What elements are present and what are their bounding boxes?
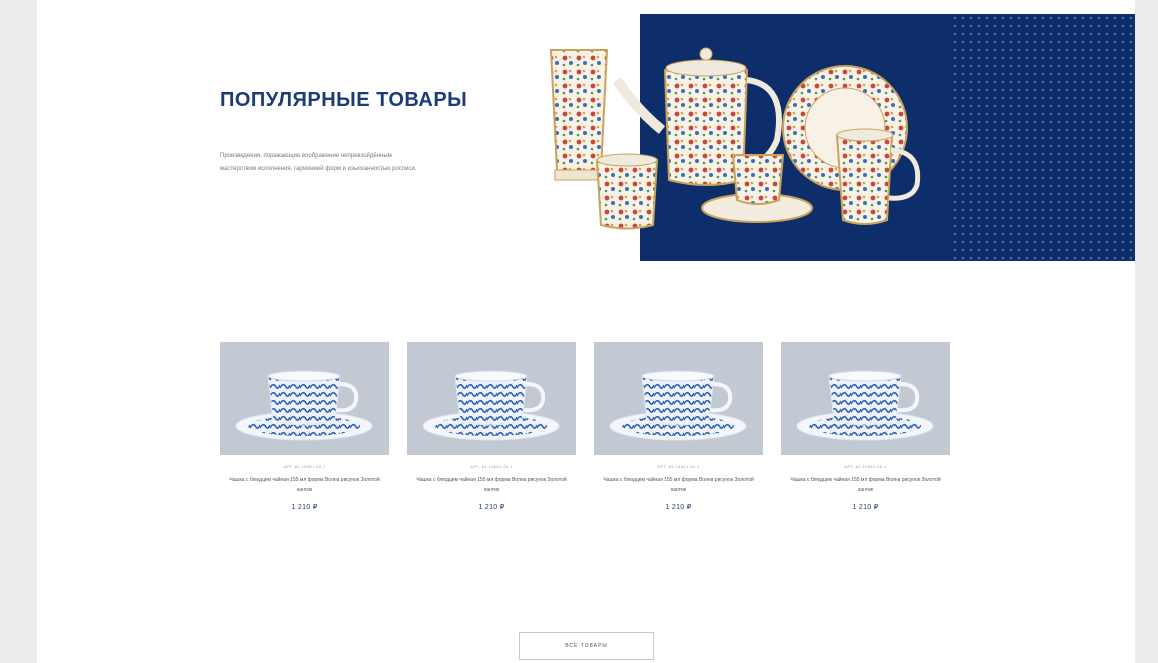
product-title[interactable]: Чашка с блюдцем чайная 155 мл форма Волн… — [225, 475, 385, 495]
page: ПОПУЛЯРНЫЕ ТОВАРЫ Произведения, поражающ… — [37, 0, 1135, 663]
product-image[interactable] — [220, 342, 389, 455]
blue-cup-saucer-image — [235, 370, 373, 441]
product-card[interactable]: АРТ. 81.15661.00.1 Чашка с блюдцем чайна… — [781, 342, 950, 532]
section-description: Произведения, поражающие воображение неп… — [220, 153, 417, 172]
blue-cup-saucer-image — [609, 370, 747, 441]
product-sku: АРТ. 81.15661.00.1 — [657, 464, 700, 469]
product-card[interactable]: АРТ. 81.15661.00.1 Чашка с блюдцем чайна… — [220, 342, 389, 532]
hero-dot-pattern — [951, 14, 1135, 261]
product-image[interactable] — [594, 342, 763, 455]
product-sku: АРТ. 81.15661.00.1 — [470, 464, 513, 469]
all-products-button[interactable]: ВСЕ ТОВАРЫ — [519, 632, 654, 660]
product-title[interactable]: Чашка с блюдцем чайная 155 мл форма Волн… — [786, 475, 946, 495]
product-price: 1 210 ₽ — [478, 504, 505, 511]
product-card[interactable]: АРТ. 81.15661.00.1 Чашка с блюдцем чайна… — [594, 342, 763, 532]
blue-cup-saucer-image — [796, 370, 934, 441]
product-card[interactable]: АРТ. 81.15661.00.1 Чашка с блюдцем чайна… — [407, 342, 576, 532]
product-image[interactable] — [407, 342, 576, 455]
product-price: 1 210 ₽ — [291, 504, 318, 511]
product-sku: АРТ. 81.15661.00.1 — [844, 464, 887, 469]
product-image[interactable] — [781, 342, 950, 455]
product-sku: АРТ. 81.15661.00.1 — [283, 464, 326, 469]
product-list: АРТ. 81.15661.00.1 Чашка с блюдцем чайна… — [220, 342, 952, 532]
section-title: ПОПУЛЯРНЫЕ ТОВАРЫ — [220, 89, 468, 111]
blue-cup-saucer-image — [422, 370, 560, 441]
product-title[interactable]: Чашка с блюдцем чайная 155 мл форма Волн… — [599, 475, 759, 495]
product-price: 1 210 ₽ — [852, 504, 879, 511]
product-title[interactable]: Чашка с блюдцем чайная 155 мл форма Волн… — [412, 475, 572, 495]
product-price: 1 210 ₽ — [665, 504, 692, 511]
porcelain-tea-set-image — [549, 47, 921, 230]
